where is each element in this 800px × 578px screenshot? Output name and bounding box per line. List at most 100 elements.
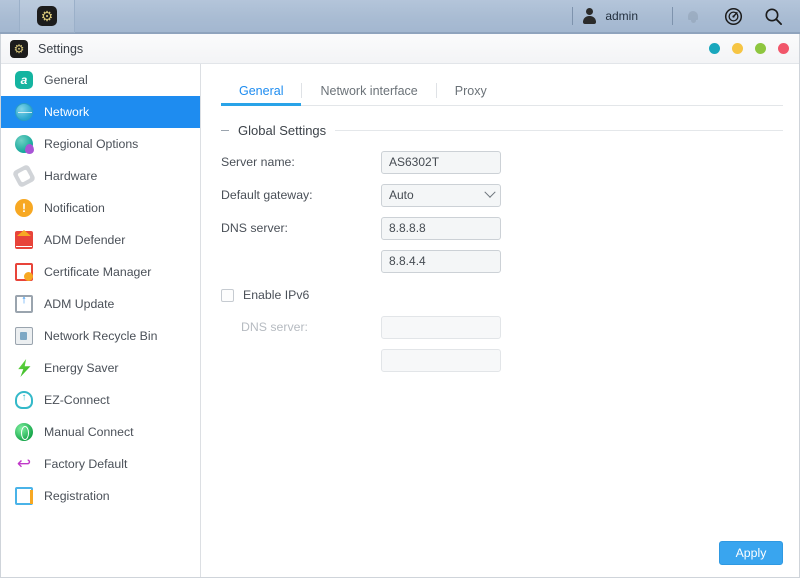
window-control-minimize[interactable] [732,43,743,54]
tab-general[interactable]: General [221,76,302,106]
taskbar-left-spacer [0,0,20,33]
sidebar-item-label: Hardware [44,169,98,183]
dns-secondary-row: 8.8.4.4 [221,247,783,275]
gear-glyph: ⚙ [40,8,54,24]
sidebar-item-manual-connect[interactable]: Manual Connect [1,416,200,448]
sidebar-item-adm-update[interactable]: ADM Update [1,288,200,320]
sidebar-item-label: ADM Defender [44,233,126,247]
taskbar-icon-group [682,5,784,27]
window-titlebar[interactable]: ⚙ Settings [1,34,799,64]
window-control-info[interactable] [709,43,720,54]
registration-icon [15,487,33,505]
sidebar-item-hardware[interactable]: Hardware [1,160,200,192]
taskbar-separator-2 [672,7,673,25]
taskbar-username: admin [605,9,638,23]
main-footer: Apply [221,541,783,577]
certificate-manager-icon [15,263,33,281]
sidebar-item-label: Energy Saver [44,361,119,375]
global-settings-title: Global Settings [238,123,327,138]
tab-general-label: General [239,83,284,98]
sidebar-item-label: Regional Options [44,137,139,151]
tab-network-interface-label: Network interface [320,83,418,98]
taskbar-separator-1 [572,7,574,25]
energy-saver-icon [18,359,31,377]
window-control-close[interactable] [778,43,789,54]
ipv6-dns-primary-input [381,315,501,339]
window-controls [709,43,789,54]
sidebar-item-label: General [44,73,88,87]
default-gateway-label: Default gateway: [221,188,313,202]
ez-connect-icon [15,391,33,409]
gear-icon: ⚙ [10,39,28,58]
sidebar-item-label: EZ-Connect [44,393,110,407]
adm-update-icon [15,294,33,313]
factory-default-icon: ↩ [16,454,32,473]
sidebar-item-adm-defender[interactable]: ADM Defender [1,224,200,256]
enable-ipv6-row[interactable]: Enable IPv6 [221,281,783,309]
tab-bar: General Network interface Proxy [221,76,783,106]
desktop-taskbar: ⚙ admin [0,0,800,34]
window-control-maximize[interactable] [755,43,766,54]
sidebar-item-label: Manual Connect [44,425,134,439]
sidebar-item-label: Certificate Manager [44,265,152,279]
sidebar-item-certificate-manager[interactable]: Certificate Manager [1,256,200,288]
main-panel: General Network interface Proxy Global S… [201,64,799,577]
global-settings-form: Server name: AS6302T Default gateway: Au… [221,148,783,374]
tab-proxy-label: Proxy [454,83,487,98]
server-name-row: Server name: AS6302T [221,148,783,176]
settings-sidebar: a General Network Regional Options Hardware!… [1,64,201,577]
default-gateway-value: Auto [389,188,414,202]
sidebar-item-ez-connect[interactable]: EZ-Connect [1,384,200,416]
sidebar-item-label: Network Recycle Bin [44,329,158,343]
sidebar-item-label: ADM Update [44,297,115,311]
sidebar-item-label: Factory Default [44,457,128,471]
enable-ipv6-checkbox[interactable] [221,288,234,302]
notification-bell-icon[interactable] [682,5,704,27]
default-gateway-select[interactable]: Auto [381,183,501,207]
default-gateway-row: Default gateway: Auto [221,181,783,209]
dashboard-icon[interactable] [722,5,744,27]
global-settings-legend: Global Settings [221,123,783,138]
ipv6-dns-secondary-input [381,348,501,372]
sidebar-item-factory-default[interactable]: ↩ Factory Default [1,448,200,480]
sidebar-item-notification[interactable]: ! Notification [1,192,200,224]
gear-icon: ⚙ [37,6,57,26]
window-body: a General Network Regional Options Hardware!… [1,64,799,577]
sidebar-item-regional-options[interactable]: Regional Options [1,128,200,160]
server-name-input[interactable]: AS6302T [381,150,501,174]
general-icon: a [15,71,33,89]
tab-proxy[interactable]: Proxy [437,76,505,105]
sidebar-item-general[interactable]: a General [1,64,200,96]
ipv6-dns-secondary-row [221,346,783,374]
dns-secondary-input[interactable]: 8.8.4.4 [381,249,501,273]
hardware-icon [11,163,37,189]
gear-glyph: ⚙ [13,41,25,56]
legend-rule [335,130,783,131]
dns-primary-input[interactable]: 8.8.8.8 [381,216,501,240]
network-globe-icon [15,103,33,121]
dns-server-label: DNS server: [221,221,288,235]
regional-options-icon [15,135,34,154]
chevron-down-icon [484,186,496,198]
sidebar-item-energy-saver[interactable]: Energy Saver [1,352,200,384]
sidebar-item-network[interactable]: Network [1,96,200,128]
settings-window: ⚙ Settings a General Network Regional Optio… [0,34,800,578]
sidebar-item-label: Registration [44,489,110,503]
apply-button[interactable]: Apply [719,541,783,565]
dns-primary-row: DNS server: 8.8.8.8 [221,214,783,242]
collapse-dash-icon[interactable] [221,129,229,132]
adm-defender-icon [15,231,33,249]
network-recycle-bin-icon [15,327,33,345]
sidebar-item-registration[interactable]: Registration [1,480,200,512]
ipv6-dns-label: DNS server: [241,320,308,334]
enable-ipv6-label: Enable IPv6 [243,288,310,302]
taskbar-user-menu[interactable]: admin [582,8,638,24]
search-icon[interactable] [762,5,784,27]
ipv6-dns-primary-row: DNS server: [221,313,783,341]
taskbar-settings-app-button[interactable]: ⚙ [20,0,75,33]
window-title: Settings [38,41,84,56]
tab-network-interface[interactable]: Network interface [302,76,435,105]
user-silhouette-icon [582,8,597,24]
taskbar-spacer [75,0,563,33]
sidebar-item-network-recycle-bin[interactable]: Network Recycle Bin [1,320,200,352]
